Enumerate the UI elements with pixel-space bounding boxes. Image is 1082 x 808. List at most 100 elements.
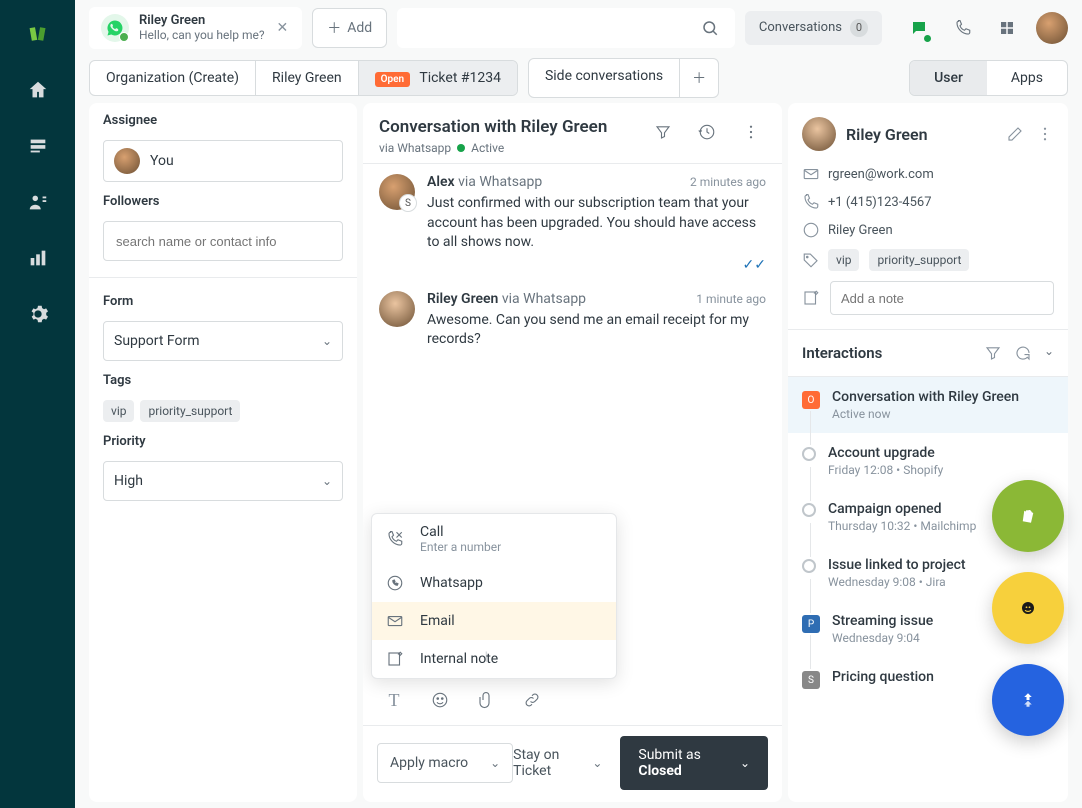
chevron-down-icon: ⌄: [740, 756, 750, 770]
tags-field[interactable]: vip priority_support: [103, 400, 343, 422]
settings-icon[interactable]: [24, 300, 52, 328]
conversation-title: Conversation with Riley Green: [379, 117, 607, 137]
close-icon[interactable]: ✕: [275, 20, 291, 36]
message-author: Alex: [427, 174, 455, 190]
customer-name: Riley Green: [846, 125, 928, 144]
channel-option-internal-note[interactable]: Internal note: [372, 640, 616, 678]
whatsapp-icon: [386, 574, 408, 592]
history-icon[interactable]: [692, 117, 722, 147]
current-user-avatar[interactable]: [1036, 12, 1068, 44]
home-icon[interactable]: [24, 76, 52, 104]
customers-icon[interactable]: [24, 188, 52, 216]
submit-prefix: Submit as: [638, 747, 700, 763]
integration-jira[interactable]: [992, 664, 1064, 736]
priority-select[interactable]: High ⌄: [103, 461, 343, 501]
attachment-icon[interactable]: [471, 685, 501, 715]
reports-icon[interactable]: [24, 244, 52, 272]
phone-icon[interactable]: [948, 13, 978, 43]
via-label: via Whatsapp: [379, 141, 451, 155]
tab-ticket[interactable]: Open Ticket #1234: [359, 61, 517, 95]
apply-macro-select[interactable]: Apply macro ⌄: [377, 743, 513, 783]
customer-email[interactable]: rgreen@work.com: [828, 167, 934, 182]
link-icon[interactable]: [517, 685, 547, 715]
tab-title: Riley Green: [139, 13, 265, 28]
customer-whatsapp[interactable]: Riley Green: [828, 223, 893, 238]
phone-icon: [802, 193, 818, 211]
interaction-sub: Thursday 10:32 • Mailchimp: [828, 519, 976, 533]
chevron-down-icon: ⌄: [322, 334, 332, 348]
more-icon[interactable]: [1036, 125, 1054, 143]
interaction-item[interactable]: O Conversation with Riley GreenActive no…: [788, 377, 1068, 433]
views-icon[interactable]: [24, 132, 52, 160]
message-item: Riley Green via Whatsapp 1 minute ago Aw…: [379, 291, 766, 350]
tab-apps[interactable]: Apps: [987, 61, 1067, 95]
stay-on-ticket-select[interactable]: Stay on Ticket ⌄: [513, 747, 602, 779]
followers-input[interactable]: [103, 221, 343, 261]
channel-switcher-menu: CallEnter a number Whatsapp Email Intern…: [371, 513, 617, 679]
edit-icon[interactable]: [1006, 125, 1024, 143]
add-side-conversation[interactable]: ＋: [680, 59, 718, 97]
channel-option-call[interactable]: CallEnter a number: [372, 514, 616, 564]
integration-mailchimp[interactable]: [992, 572, 1064, 644]
channel-option-email[interactable]: Email: [372, 602, 616, 640]
message-text: Just confirmed with our subscription tea…: [427, 194, 766, 253]
conversation-tab[interactable]: Riley Green Hello, can you help me? ✕: [89, 7, 302, 49]
stay-label: Stay on Ticket: [513, 747, 586, 779]
tab-user[interactable]: User: [910, 61, 987, 95]
form-select[interactable]: Support Form ⌄: [103, 321, 343, 361]
chevron-down-icon[interactable]: ⌄: [1044, 344, 1054, 362]
submit-status: Closed: [638, 763, 681, 779]
customer-phone[interactable]: +1 (415)123-4567: [828, 195, 932, 210]
tag-item: priority_support: [869, 249, 969, 271]
option-sub: Enter a number: [420, 540, 501, 554]
search-icon[interactable]: [695, 13, 725, 43]
message-author: Riley Green: [427, 291, 498, 307]
integration-shopify[interactable]: [992, 480, 1064, 552]
tab-subtitle: Hello, can you help me?: [139, 28, 265, 42]
ticket-fields-panel: Assignee You Followers Form Support Form…: [89, 103, 357, 802]
priority-value: High: [114, 473, 143, 489]
plus-icon: ＋: [327, 18, 341, 38]
whatsapp-icon: [802, 221, 818, 239]
active-indicator: [457, 144, 465, 152]
option-title: Call: [420, 524, 501, 540]
filter-icon[interactable]: [984, 344, 1002, 362]
ticket-label: Ticket #1234: [419, 70, 501, 86]
refresh-icon[interactable]: [1014, 344, 1032, 362]
followers-label: Followers: [103, 194, 343, 209]
interaction-title: Campaign opened: [828, 501, 976, 517]
note-icon: [386, 650, 408, 668]
tab-organization[interactable]: Organization (Create): [90, 61, 256, 95]
chevron-down-icon: ⌄: [490, 756, 500, 770]
apps-grid-icon[interactable]: [992, 13, 1022, 43]
conversation-panel: Conversation with Riley Green via Whatsa…: [363, 103, 782, 802]
message-via: via Whatsapp: [502, 291, 586, 307]
conversations-label: Conversations: [759, 20, 842, 35]
tag-item: vip: [103, 400, 134, 422]
message-text: Awesome. Can you send me an email receip…: [427, 311, 766, 350]
brand-logo[interactable]: [24, 20, 52, 48]
tab-side-conversations[interactable]: Side conversations: [529, 59, 680, 97]
note-icon: [802, 289, 820, 307]
channel-option-whatsapp[interactable]: Whatsapp: [372, 564, 616, 602]
timeline-dot-icon: [802, 503, 816, 517]
whatsapp-icon: [101, 14, 129, 42]
tab-customer[interactable]: Riley Green: [256, 61, 359, 95]
add-tab-button[interactable]: ＋ Add: [312, 8, 387, 48]
assignee-label: Assignee: [103, 113, 343, 128]
emoji-icon[interactable]: [425, 685, 455, 715]
option-title: Whatsapp: [420, 575, 483, 591]
conversations-button[interactable]: Conversations 0: [745, 11, 882, 45]
note-input[interactable]: [830, 281, 1054, 315]
macro-label: Apply macro: [390, 755, 468, 771]
assignee-select[interactable]: You: [103, 140, 343, 182]
filter-icon[interactable]: [648, 117, 678, 147]
tags-label: Tags: [103, 373, 343, 388]
text-format-icon[interactable]: T: [379, 685, 409, 715]
message-time: 2 minutes ago: [690, 175, 766, 189]
interactions-heading: Interactions: [802, 344, 882, 362]
more-icon[interactable]: [736, 117, 766, 147]
submit-button[interactable]: Submit as Closed ⌄: [620, 736, 768, 790]
message-item: Alex via Whatsapp 2 minutes ago Just con…: [379, 174, 766, 273]
chat-icon[interactable]: [904, 13, 934, 43]
